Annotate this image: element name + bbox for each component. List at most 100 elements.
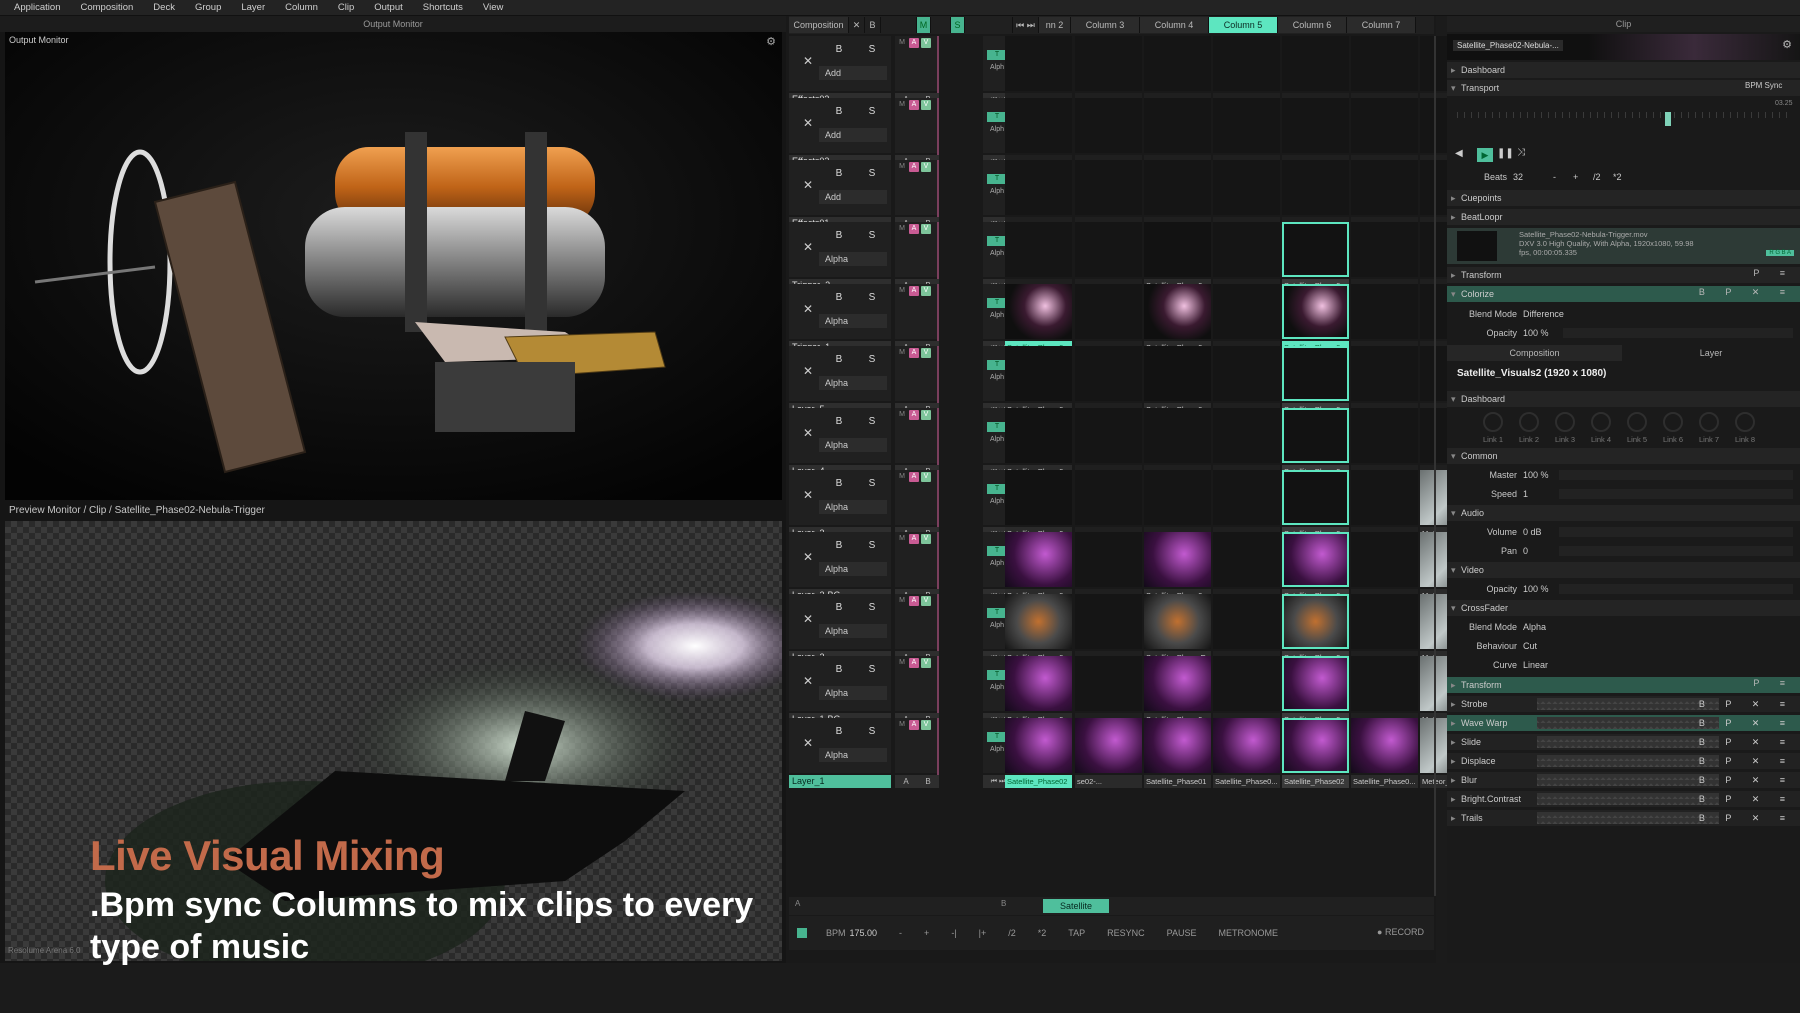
audio-toggle[interactable]: A [909, 162, 919, 172]
menu-group[interactable]: Group [185, 2, 231, 13]
solo-button[interactable]: S [864, 538, 880, 554]
clip-slot[interactable] [1213, 408, 1280, 478]
clip-thumbnail[interactable] [1075, 98, 1142, 153]
volume-value[interactable]: 0 dB [1523, 524, 1542, 540]
clip-thumbnail[interactable] [1213, 160, 1280, 215]
clip-thumbnail[interactable] [1282, 222, 1349, 277]
clip-slot[interactable]: Satellite_Phase0... [1282, 346, 1349, 416]
clip-slot[interactable]: Satellite_Phase0... [1282, 222, 1349, 292]
transition-mode[interactable]: Alph [987, 64, 1007, 74]
rgba-toggles[interactable]: R G B A [1766, 250, 1794, 256]
link-dial[interactable] [1627, 412, 1647, 432]
clip-slot[interactable]: Satellite_Phase0... [1282, 532, 1349, 602]
video-toggle[interactable]: V [921, 658, 931, 668]
clip-thumbnail[interactable] [1005, 718, 1072, 773]
section-transform-2[interactable]: Transform [1447, 677, 1800, 693]
clip-slot[interactable] [1144, 408, 1211, 478]
audio-toggle[interactable]: A [909, 596, 919, 606]
clip-thumbnail[interactable] [1282, 284, 1349, 339]
solo-button[interactable]: S [951, 17, 965, 33]
bpm-plus-button[interactable]: + [913, 928, 940, 938]
clip-slot[interactable] [1075, 284, 1142, 354]
effect-row[interactable]: Slide B P ✕ ≡ [1447, 734, 1800, 750]
transition-button[interactable]: T [987, 298, 1007, 308]
cf-blend-value[interactable]: Alpha [1523, 619, 1546, 635]
clip-slot[interactable]: Satellite_Phase0... [1282, 470, 1349, 540]
clip-slot[interactable] [1075, 98, 1142, 168]
clip-thumbnail[interactable] [1351, 36, 1418, 91]
solo-button[interactable]: S [864, 662, 880, 678]
menu-deck[interactable]: Deck [143, 2, 185, 13]
transition-button[interactable]: T [987, 670, 1007, 680]
clip-preview-strip[interactable]: Satellite_Phase02-Nebula-... ⚙ [1447, 34, 1800, 60]
clip-thumbnail[interactable] [1144, 346, 1211, 401]
clip-slot[interactable]: Satellite_Phase-E... [1144, 594, 1211, 664]
pan-value[interactable]: 0 [1523, 543, 1528, 559]
crossfader-b[interactable]: B [917, 775, 939, 788]
effect-buttons[interactable]: B P ✕ ≡ [1699, 734, 1794, 750]
clip-thumbnail[interactable] [1144, 470, 1211, 525]
transition-button[interactable]: T [987, 484, 1007, 494]
tap-button[interactable]: TAP [1057, 928, 1096, 938]
beats-minus[interactable]: - [1553, 169, 1556, 185]
section-dashboard[interactable]: Dashboard [1447, 62, 1800, 78]
volume-slider[interactable] [1559, 527, 1793, 537]
video-opacity-slider[interactable] [1559, 584, 1793, 594]
clip-thumbnail[interactable] [1144, 160, 1211, 215]
mute-toggle[interactable]: M [897, 224, 907, 234]
beats-plus[interactable]: + [1573, 169, 1578, 185]
clip-slot[interactable] [1351, 284, 1418, 354]
clip-slot[interactable] [1351, 532, 1418, 602]
mute-toggle[interactable]: M [897, 38, 907, 48]
column-header-4[interactable]: Column 4 [1140, 17, 1209, 33]
effect-buttons[interactable]: B P ✕ ≡ [1699, 696, 1794, 712]
effect-row[interactable]: Displace B P ✕ ≡ [1447, 753, 1800, 769]
transition-mode[interactable]: Alph [987, 746, 1007, 756]
clip-slot[interactable]: Satellite_Phase0... [1005, 656, 1072, 726]
clip-thumbnail[interactable] [1282, 470, 1349, 525]
blend-mode-select[interactable]: Alpha [819, 686, 887, 700]
clear-layer-icon[interactable]: ✕ [803, 178, 813, 192]
transition-mode[interactable]: Alph [987, 622, 1007, 632]
clip-thumbnail[interactable] [1005, 408, 1072, 463]
transition-button[interactable]: T [987, 174, 1007, 184]
clip-slot[interactable] [1075, 408, 1142, 478]
transition-mode[interactable]: Alph [987, 250, 1007, 260]
video-toggle[interactable]: V [921, 720, 931, 730]
pan-slider[interactable] [1559, 546, 1793, 556]
solo-button[interactable]: S [864, 166, 880, 182]
clip-slot[interactable] [1213, 594, 1280, 664]
clip-thumbnail[interactable] [1351, 594, 1418, 649]
clip-thumbnail[interactable] [1075, 408, 1142, 463]
menu-shortcuts[interactable]: Shortcuts [413, 2, 473, 13]
clip-thumbnail[interactable] [1213, 718, 1280, 773]
section-dashboard-2[interactable]: Dashboard [1447, 391, 1800, 407]
clip-slot[interactable] [1005, 160, 1072, 230]
blend-mode-select[interactable]: Alpha [819, 748, 887, 762]
clip-thumbnail[interactable] [1282, 408, 1349, 463]
audio-toggle[interactable]: A [909, 472, 919, 482]
clip-slot[interactable]: Satellite_Phase0... [1282, 408, 1349, 478]
clip-thumbnail[interactable] [1075, 470, 1142, 525]
video-toggle[interactable]: V [921, 224, 931, 234]
bypass-button[interactable]: B [831, 228, 847, 244]
clip-thumbnail[interactable] [1213, 408, 1280, 463]
section-audio[interactable]: Audio [1447, 505, 1800, 521]
clip-thumbnail[interactable] [1075, 656, 1142, 711]
effect-row[interactable]: Wave Warp B P ✕ ≡ [1447, 715, 1800, 731]
clip-thumbnail[interactable] [1351, 532, 1418, 587]
layer-name[interactable]: Layer_1 [789, 775, 891, 788]
clip-slot[interactable] [1005, 36, 1072, 106]
clip-slot[interactable] [1075, 160, 1142, 230]
clip-slot[interactable]: se02-... [1075, 718, 1142, 788]
mute-toggle[interactable]: M [897, 472, 907, 482]
effect-buttons[interactable]: B P ✕ ≡ [1699, 791, 1794, 807]
clip-slot[interactable] [1351, 222, 1418, 292]
clip-slot[interactable]: Satellite_Phase0... [1144, 222, 1211, 292]
link-dial[interactable] [1555, 412, 1575, 432]
clip-thumbnail[interactable] [1213, 98, 1280, 153]
clip-slot[interactable] [1075, 346, 1142, 416]
audio-toggle[interactable]: A [909, 100, 919, 110]
bypass-button[interactable]: B [831, 352, 847, 368]
clip-thumbnail[interactable] [1213, 532, 1280, 587]
